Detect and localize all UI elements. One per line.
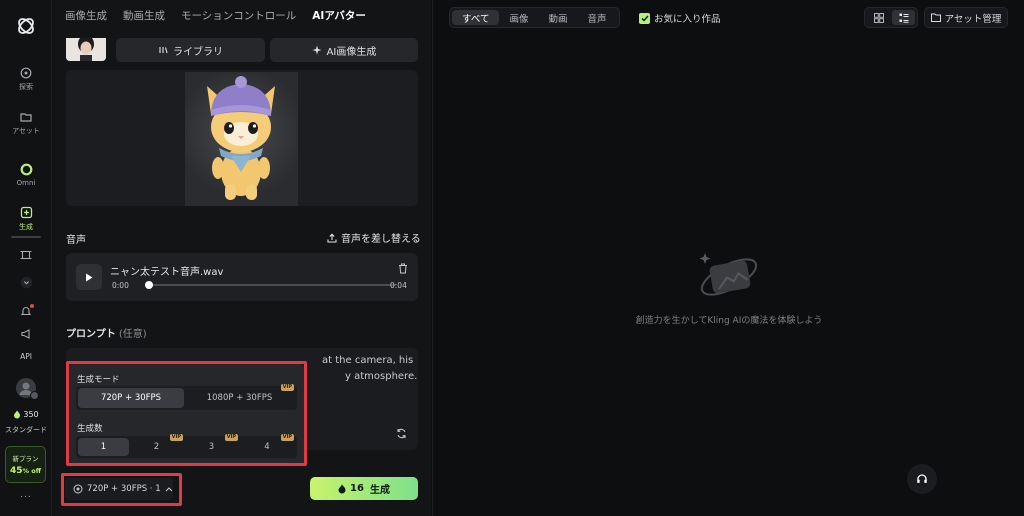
folder-icon — [930, 13, 941, 22]
filter-video[interactable]: 動画 — [538, 10, 577, 25]
highlight-box-popover — [66, 361, 307, 466]
audio-filename: ニャン太テスト音声.wav — [110, 267, 224, 278]
filter-audio[interactable]: 音声 — [578, 10, 617, 25]
more-button[interactable]: ... — [0, 490, 52, 500]
audio-duration: 0:04 — [390, 281, 407, 290]
filter-tabs: すべて 画像 動画 音声 — [449, 7, 620, 28]
link-badge-icon — [30, 391, 39, 400]
audio-progress-track[interactable] — [148, 284, 396, 286]
audio-section-title: 音声 — [66, 235, 86, 246]
api-label: API — [20, 352, 32, 361]
generate-label: 生成 — [369, 485, 390, 496]
sidebar-rail: 探索 アセット Omni 生成 API 350 スタンダード 新プラン 45% … — [0, 0, 52, 516]
filter-all[interactable]: すべて — [452, 10, 500, 25]
filter-image[interactable]: 画像 — [499, 10, 538, 25]
omni-icon — [20, 163, 32, 176]
credits-value: 350 — [23, 410, 39, 419]
library-button[interactable]: ライブラリ — [116, 38, 265, 62]
support-button[interactable] — [907, 464, 937, 494]
trash-icon[interactable] — [398, 263, 408, 274]
assets-area: すべて 画像 動画 音声 お気に入り作品 アセット管理 創造力を生かしてKlin… — [432, 0, 1024, 516]
credits-display: 350 — [0, 410, 52, 419]
audio-current-time: 0:00 — [112, 281, 129, 290]
tab-video-gen[interactable]: 動画生成 — [123, 8, 165, 23]
generate-button[interactable]: 16 生成 — [310, 477, 418, 500]
chevron-down-icon — [20, 276, 32, 289]
refresh-icon[interactable] — [396, 428, 407, 439]
highlight-box-chip — [61, 473, 182, 506]
play-button[interactable] — [76, 264, 102, 290]
replace-audio-button[interactable]: 音声を差し替える — [327, 230, 421, 245]
asset-manage-label: アセット管理 — [944, 13, 1002, 25]
sidebar-item-assets[interactable]: アセット — [0, 111, 52, 136]
play-icon — [86, 273, 93, 281]
tab-image-gen[interactable]: 画像生成 — [65, 8, 107, 23]
mode-tabs: 画像生成 動画生成 モーションコントロール AIアバター — [65, 8, 366, 23]
headset-icon — [917, 474, 927, 483]
frame-icon — [20, 250, 32, 260]
promo-discount: 45% off — [9, 466, 42, 476]
explore-icon — [20, 67, 32, 79]
folder-icon — [20, 113, 32, 122]
sidebar-item-label: アセット — [12, 127, 40, 135]
sidebar-item-generate[interactable]: 生成 — [0, 206, 52, 238]
prompt-title: プロンプト — [66, 329, 116, 340]
replace-audio-label: 音声を差し替える — [341, 234, 421, 245]
grid-icon — [873, 12, 884, 23]
reference-thumbnail[interactable] — [66, 38, 106, 61]
favorites-label: お気に入り作品 — [654, 14, 721, 25]
list-icon — [899, 13, 908, 23]
promo-title: 新プラン — [12, 455, 39, 463]
plan-label: スタンダード — [0, 425, 52, 435]
favorites-toggle[interactable]: お気に入り作品 — [639, 11, 721, 25]
audio-progress-knob[interactable] — [145, 281, 153, 289]
audio-player: ニャン太テスト音声.wav 0:00 0:04 — [66, 253, 418, 301]
prompt-line-2: y atmosphere. — [345, 371, 418, 382]
prompt-optional: (任意) — [118, 329, 147, 340]
tab-motion-control[interactable]: モーションコントロール — [181, 8, 296, 23]
checkbox-icon[interactable] — [639, 12, 650, 24]
library-label: ライブラリ — [173, 46, 223, 58]
flame-icon — [14, 410, 21, 419]
library-icon — [159, 47, 168, 54]
ai-image-label: AI画像生成 — [326, 46, 377, 58]
empty-state-message: 創造力を生かしてKling AIの魔法を体験しよう — [635, 316, 823, 326]
grid-view-button[interactable] — [867, 10, 890, 25]
flame-icon — [338, 484, 346, 493]
asset-manage-button[interactable]: アセット管理 — [924, 7, 1008, 28]
user-avatar[interactable] — [0, 378, 52, 400]
view-toggle — [864, 7, 918, 28]
active-indicator — [11, 236, 41, 238]
promo-card[interactable]: 新プラン 45% off — [5, 446, 46, 483]
sidebar-expand-button[interactable] — [0, 276, 52, 289]
sidebar-item-label: Omni — [16, 179, 36, 187]
tab-ai-avatar[interactable]: AIアバター — [312, 8, 366, 23]
prompt-section-title: プロンプト (任意) — [66, 325, 147, 340]
sidebar-item-frame[interactable] — [0, 249, 52, 261]
prompt-line-1: at the camera, his — [322, 355, 414, 366]
sidebar-item-omni[interactable]: Omni — [0, 163, 52, 187]
sidebar-item-label: 探索 — [19, 83, 33, 91]
empty-state-illustration — [697, 247, 761, 303]
upload-icon — [327, 233, 337, 243]
sidebar-item-label: 生成 — [19, 223, 33, 231]
sidebar-item-api[interactable]: API — [0, 352, 52, 361]
sparkle-icon — [312, 45, 322, 55]
megaphone-icon — [21, 329, 30, 339]
generate-cost: 16 — [350, 483, 364, 494]
ai-image-button[interactable]: AI画像生成 — [270, 38, 418, 62]
more-dots: ... — [20, 490, 32, 500]
list-view-button[interactable] — [892, 10, 915, 25]
generate-icon — [20, 206, 32, 219]
notification-dot — [30, 304, 34, 308]
sidebar-item-notifications[interactable] — [0, 304, 52, 317]
generation-panel: 画像生成 動画生成 モーションコントロール AIアバター ライブラリ AI画像生… — [53, 0, 431, 516]
sidebar-item-announcements[interactable] — [0, 328, 52, 340]
plan-text: スタンダード — [5, 426, 47, 434]
logo-icon[interactable] — [15, 15, 37, 37]
avatar-image[interactable] — [185, 72, 298, 206]
sidebar-item-explore[interactable]: 探索 — [0, 67, 52, 92]
